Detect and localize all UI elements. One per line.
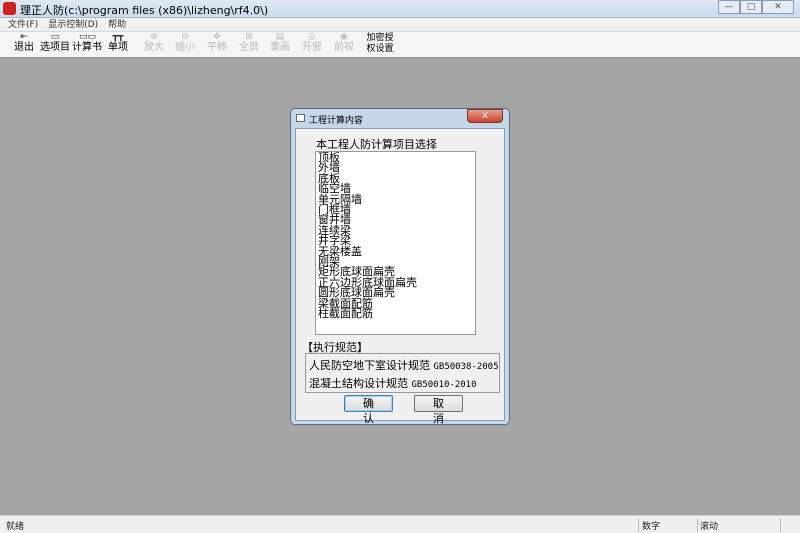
toolbar-button-4: ⊕ 放大 [139, 33, 169, 57]
toolbar-label: 重画 [270, 42, 290, 53]
redraw-icon: ▤ [275, 32, 285, 42]
toolbar-button-7: ⊞ 全屏 [234, 33, 264, 57]
exit-icon: ⇤ [20, 32, 28, 42]
toolbar-button-10: ◉ 前视 [329, 33, 359, 57]
status-scroll: 滚动 [700, 522, 719, 532]
dialog-title: 工程计算内容 [309, 116, 364, 126]
calc-item-listbox[interactable]: 顶板 外墙 底板 临空墙 单元隔墙 门框墙 窗井墙 连续梁 井字梁 无梁楼盖 刚架 矩形底球面扁壳 正六… [315, 151, 476, 335]
toolbar-button-2[interactable]: ▭▭ 计算书 [72, 33, 102, 57]
toolbar-button-3[interactable]: ┳┳ 单项 [103, 33, 133, 57]
list-item[interactable]: 柱截面配筋 [318, 308, 473, 319]
toolbar-label: 缩小 [175, 42, 195, 53]
toolbar-label: 计算书 [72, 42, 102, 53]
status-bar: 就绪 数字 滚动 [0, 515, 800, 533]
pan-icon: ✥ [213, 32, 221, 42]
menu-display-control[interactable]: 显示控制(D) [48, 18, 98, 31]
toolbar-label: 放大 [144, 42, 164, 53]
toolbar-button-11[interactable]: 加密授权设置 [363, 33, 397, 57]
app-icon [3, 2, 16, 15]
toolbar-label: 选项目 [40, 42, 70, 53]
ok-button[interactable]: 确认 [344, 395, 393, 425]
list-item[interactable]: 顶板 [318, 152, 473, 163]
maximize-button[interactable]: □ [740, 0, 762, 14]
list-item[interactable]: 无梁楼盖 [318, 245, 473, 257]
toolbar-button-6: ✥ 平移 [202, 33, 232, 57]
codes-box: 人民防空地下室设计规范 GB50038-2005 混凝土结构设计规范 GB500… [305, 353, 500, 393]
toolbar-button-5: ⊖ 缩小 [170, 33, 200, 57]
menu-file[interactable]: 文件(F) [8, 18, 38, 31]
dialog-close-button[interactable]: x [467, 109, 503, 123]
toolbar-button-8: ▤ 重画 [265, 33, 295, 57]
window-icon: ◎ [308, 32, 316, 42]
status-num: 数字 [642, 522, 661, 532]
zoom-out-icon: ⊖ [181, 32, 189, 42]
close-button[interactable]: ✕ [762, 0, 794, 14]
menu-bar: 文件(F) 显示控制(D) 帮助 [0, 18, 800, 32]
front-view-icon: ◉ [340, 32, 348, 42]
cancel-button[interactable]: 取消 [414, 395, 463, 425]
toolbar-button-0[interactable]: ⇤ 退出 [9, 33, 39, 57]
fullscreen-icon: ⊞ [245, 32, 253, 42]
toolbar-label: 前视 [334, 42, 354, 53]
toolbar-label: 退出 [14, 42, 34, 53]
toolbar-label: 单项 [108, 42, 128, 53]
toolbar-button-1[interactable]: ▭ 选项目 [40, 33, 70, 57]
zoom-in-icon: ⊕ [150, 32, 158, 42]
code-row: 混凝土结构设计规范 GB50010-2010 [309, 377, 477, 390]
calc-book-icon: ▭▭ [79, 32, 97, 42]
toolbar-button-9: ◎ 开窗 [297, 33, 327, 57]
status-ready: 就绪 [6, 522, 25, 532]
select-project-icon: ▭ [50, 32, 60, 42]
title-bar: 理正人防(c:\program files (x86)\lizheng\rf4.… [0, 0, 800, 18]
toolbar-label: 开窗 [302, 42, 322, 53]
dialog-icon [296, 114, 305, 122]
window-title: 理正人防(c:\program files (x86)\lizheng\rf4.… [20, 4, 269, 17]
toolbar-label: 全屏 [239, 42, 259, 53]
list-item[interactable]: 外墙 [318, 162, 473, 173]
toolbar: ⇤ 退出 ▭ 选项目 ▭▭ 计算书 ┳┳ 单项 ⊕ 放大 ⊖ 缩小 ✥ 平移 ⊞ 全屏 ▤ 重画 ◎ 开窗 ◉ 前视 加密授… [0, 32, 800, 58]
code-row: 人民防空地下室设计规范 GB50038-2005 [309, 359, 499, 372]
minimize-button[interactable]: — [718, 0, 740, 14]
menu-help[interactable]: 帮助 [108, 18, 126, 31]
list-label: 本工程人防计算项目选择 [316, 138, 437, 151]
calc-content-dialog: 工程计算内容 x 本工程人防计算项目选择 顶板 外墙 底板 临空墙 单元隔墙 门框墙 窗井墙… [290, 108, 510, 425]
single-item-icon: ┳┳ [112, 32, 124, 42]
toolbar-label: 平移 [207, 42, 227, 53]
